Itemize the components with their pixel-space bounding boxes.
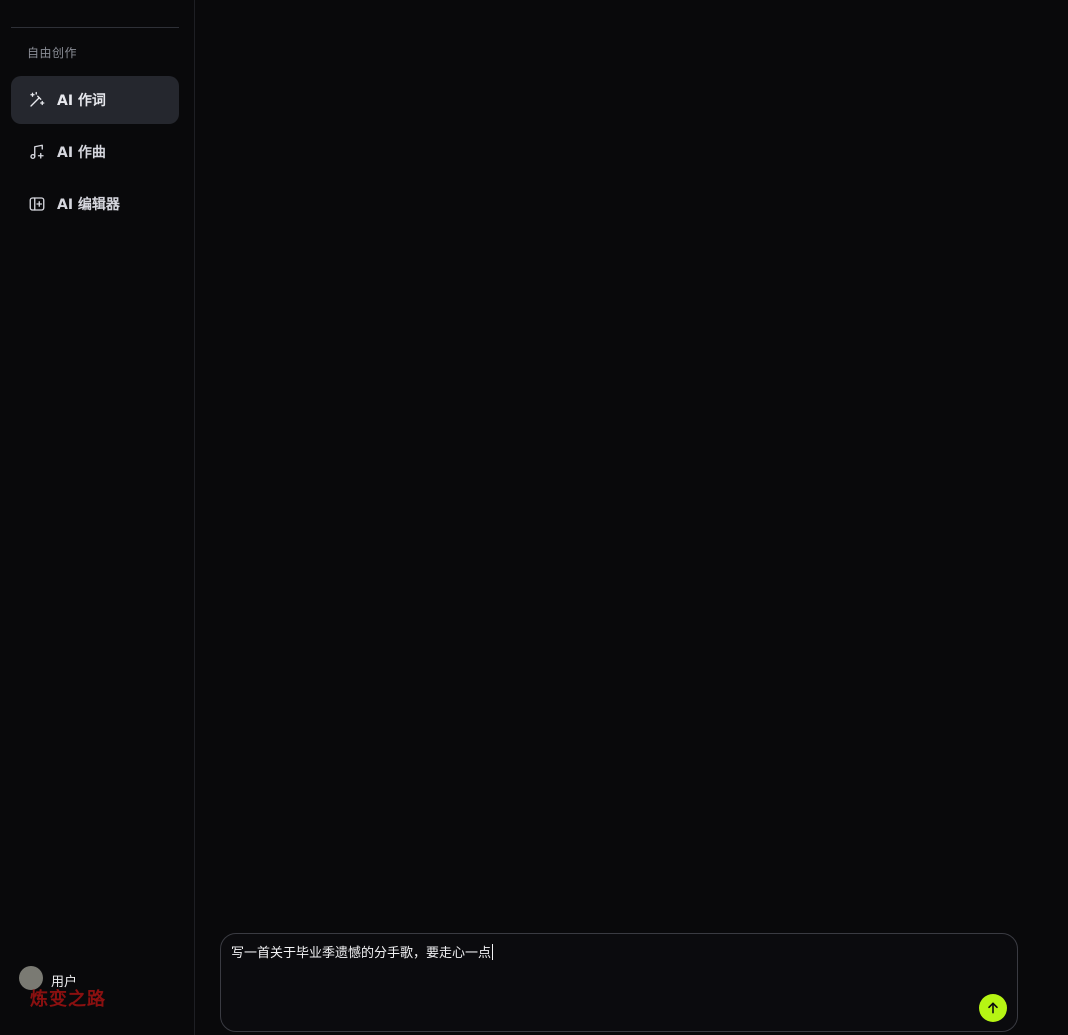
main-content: 写一首关于毕业季遗憾的分手歌，要走心一点	[195, 0, 1068, 1035]
app-root: 自由创作 AI 作词 AI 作曲 AI 编辑器 用户 炼变之路 写一首关于毕业季…	[0, 0, 1068, 1035]
sidebar-item-ai-editor[interactable]: AI 编辑器	[11, 180, 179, 228]
magic-wand-icon	[27, 90, 47, 110]
prompt-composer: 写一首关于毕业季遗憾的分手歌，要走心一点	[220, 933, 1018, 1032]
sidebar: 自由创作 AI 作词 AI 作曲 AI 编辑器 用户 炼变之路	[0, 0, 195, 1035]
sidebar-item-ai-compose[interactable]: AI 作曲	[11, 128, 179, 176]
section-label: 自由创作	[27, 46, 78, 60]
sidebar-item-label: AI 作词	[57, 93, 106, 109]
sidebar-item-ai-lyrics[interactable]: AI 作词	[11, 76, 179, 124]
sidebar-nav: AI 作词 AI 作曲 AI 编辑器	[11, 76, 179, 232]
sidebar-item-label: AI 编辑器	[57, 197, 120, 213]
sidebar-item-label: AI 作曲	[57, 145, 106, 161]
text-caret	[492, 944, 494, 960]
send-button[interactable]	[979, 994, 1007, 1022]
prompt-input[interactable]: 写一首关于毕业季遗憾的分手歌，要走心一点	[231, 944, 971, 994]
music-note-icon	[27, 142, 47, 162]
arrow-up-icon	[988, 1002, 998, 1014]
prompt-input-text: 写一首关于毕业季遗憾的分手歌，要走心一点	[231, 946, 492, 961]
sidebar-divider	[11, 27, 179, 28]
editor-panel-icon	[27, 194, 47, 214]
watermark: 炼变之路	[30, 989, 106, 1010]
